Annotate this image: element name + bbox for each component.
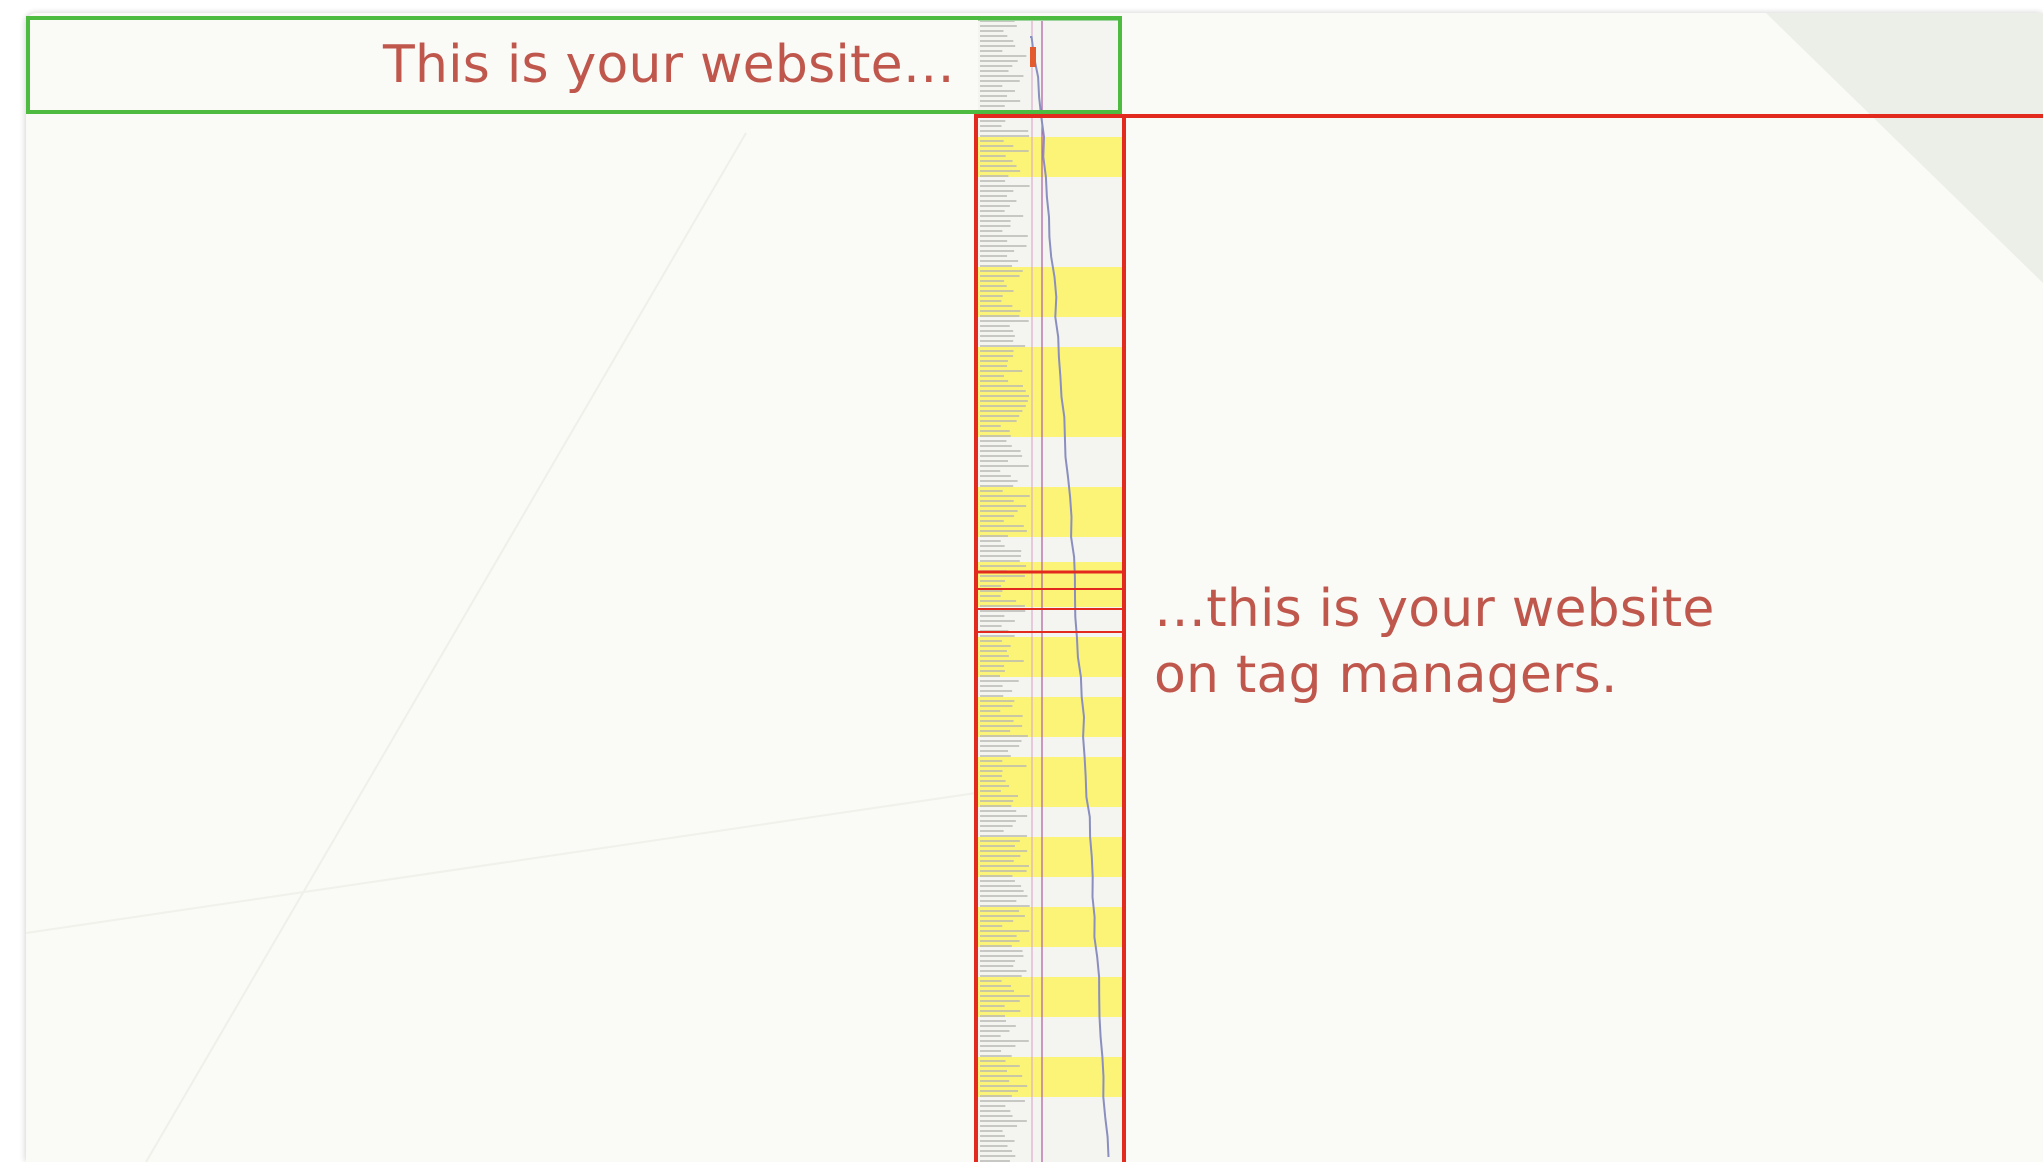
caption-line-2: on tag managers. [1154,645,1618,705]
tag-manager-frame-red [974,114,1126,1162]
slide-stage: This is your website… …this is your webs… [0,0,2043,1162]
corner-triangle-decoration [1766,13,2043,283]
faint-diagonal-line [145,132,747,1162]
faint-diagonal-line [26,792,977,934]
caption-tag-managers: …this is your website on tag managers. [1154,576,1715,708]
caption-line-1: …this is your website [1154,579,1715,639]
caption-your-website: This is your website… [383,35,955,95]
tag-manager-line-red [974,114,2043,118]
